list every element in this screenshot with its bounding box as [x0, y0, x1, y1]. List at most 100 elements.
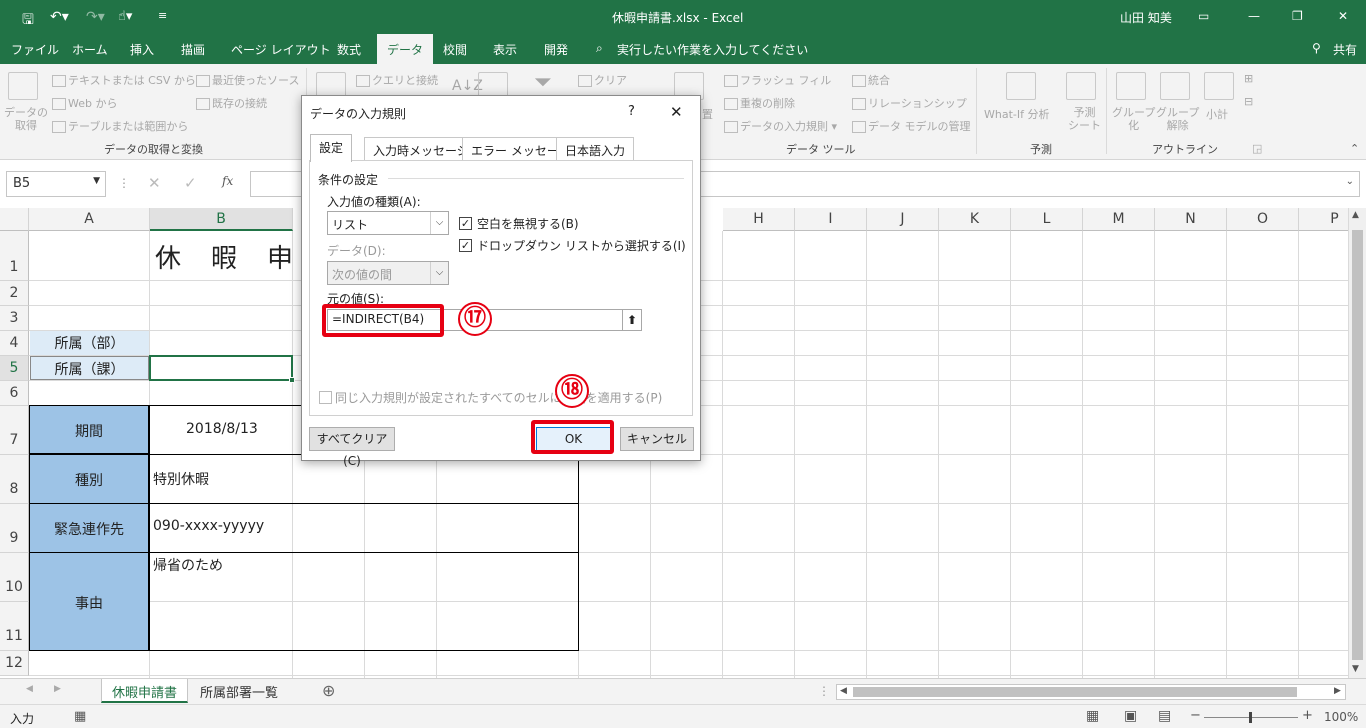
save-icon[interactable]: 🖫 [22, 9, 34, 33]
column-header-l[interactable]: L [1011, 208, 1083, 231]
what-if-button[interactable]: What-If 分析 [984, 106, 1049, 122]
page-layout-view-icon[interactable]: ▣ [1124, 708, 1137, 724]
restore-icon[interactable]: ❐ [1292, 9, 1303, 23]
relationships-button[interactable]: リレーションシップ [852, 95, 967, 111]
tab-review[interactable]: 校閲 [443, 41, 467, 58]
close-icon[interactable]: ✕ [670, 103, 683, 121]
zoom-out-icon[interactable]: − [1190, 708, 1201, 723]
tab-file[interactable]: ファイル [11, 41, 59, 58]
remove-duplicates-button[interactable]: 重複の削除 [724, 95, 795, 111]
chevron-down-icon[interactable]: ▼ [93, 176, 100, 186]
flash-fill-button[interactable]: フラッシュ フィル [724, 72, 831, 88]
column-header-i[interactable]: I [795, 208, 867, 231]
tab-draw[interactable]: 描画 [181, 41, 205, 58]
horizontal-scrollbar[interactable]: ◀ ▶ [836, 684, 1346, 700]
expand-formula-icon[interactable]: ⌄ [1346, 176, 1354, 187]
column-header-b[interactable]: B [150, 208, 293, 231]
share-button[interactable]: 共有 [1333, 41, 1357, 58]
column-header-o[interactable]: O [1227, 208, 1299, 231]
show-detail-icon[interactable]: ⊞ [1244, 72, 1253, 85]
column-header-p[interactable]: P [1299, 208, 1348, 231]
scroll-right-icon[interactable]: ▶ [1334, 686, 1341, 696]
column-header-j[interactable]: J [867, 208, 939, 231]
row-header-9[interactable]: 9 [0, 504, 29, 553]
help-button[interactable]: ? [628, 104, 635, 119]
column-header-m[interactable]: M [1083, 208, 1155, 231]
zoom-level[interactable]: 100% [1324, 710, 1358, 724]
row-header-10[interactable]: 10 [0, 553, 29, 602]
undo-icon[interactable]: ↶▾ [50, 9, 69, 25]
tell-me-input[interactable]: 実行したい作業を入力してください [617, 41, 808, 58]
enter-icon[interactable]: ✓ [184, 174, 197, 192]
column-header-a[interactable]: A [29, 208, 150, 231]
forecast-sheet-button[interactable]: 予測 シート [1068, 106, 1101, 132]
collapse-ribbon-icon[interactable]: ⌃ [1350, 142, 1359, 155]
zoom-slider-thumb[interactable] [1249, 712, 1252, 723]
tab-formulas[interactable]: 数式 [337, 41, 361, 58]
row-header-8[interactable]: 8 [0, 455, 29, 504]
fill-handle[interactable] [289, 377, 295, 383]
row-header-1[interactable]: 1 [0, 231, 29, 281]
tab-page-layout[interactable]: ページ レイアウト [231, 41, 331, 58]
column-header-n[interactable]: N [1155, 208, 1227, 231]
next-sheet-icon[interactable]: ▶ [54, 684, 61, 694]
row-header-11[interactable]: 11 [0, 602, 29, 651]
row-header-2[interactable]: 2 [0, 281, 29, 306]
subtotal-button[interactable]: 小計 [1206, 106, 1228, 122]
insert-function-icon[interactable]: fx [222, 174, 233, 188]
cancel-button[interactable]: キャンセル [620, 427, 694, 451]
close-window-icon[interactable]: ✕ [1338, 9, 1348, 23]
touch-mode-icon[interactable]: ☝▾ [118, 9, 132, 24]
vertical-scrollbar[interactable]: ▲ ▼ [1348, 208, 1366, 678]
active-cell-b5[interactable] [149, 355, 293, 381]
clear-filter-button[interactable]: クリア [578, 72, 627, 88]
tab-data[interactable]: データ [377, 34, 434, 64]
share-icon[interactable]: ⚲ [1312, 41, 1321, 55]
text-csv-button[interactable]: テキストまたは CSV から [52, 72, 196, 88]
dropdown-checkbox[interactable]: ✓ [459, 239, 472, 252]
sheet-tab-leave-form[interactable]: 休暇申請書 [101, 679, 189, 703]
data-validation-button[interactable]: データの入力規則 ▾ [724, 118, 837, 134]
scroll-up-icon[interactable]: ▲ [1352, 210, 1359, 220]
scroll-thumb[interactable] [1352, 230, 1363, 660]
user-name[interactable]: 山田 知美 [1120, 9, 1172, 26]
ungroup-button[interactable]: グループ 解除 [1156, 106, 1199, 132]
minimize-icon[interactable]: — [1248, 9, 1260, 23]
macro-record-icon[interactable]: ▦ [74, 709, 86, 724]
row-header-12[interactable]: 12 [0, 651, 29, 676]
column-header-k[interactable]: K [939, 208, 1011, 231]
ribbon-options-icon[interactable]: ▭ [1198, 9, 1209, 23]
zoom-in-icon[interactable]: + [1302, 708, 1313, 723]
tab-home[interactable]: ホーム [72, 41, 108, 58]
normal-view-icon[interactable]: ▦ [1086, 708, 1099, 724]
page-break-view-icon[interactable]: ▤ [1158, 708, 1171, 724]
h-scroll-thumb[interactable] [853, 687, 1297, 697]
add-sheet-icon[interactable]: ⊕ [322, 681, 335, 700]
row-header-3[interactable]: 3 [0, 306, 29, 331]
consolidate-button[interactable]: 統合 [852, 72, 890, 88]
column-header-h[interactable]: H [723, 208, 795, 231]
table-range-button[interactable]: テーブルまたは範囲から [52, 118, 188, 134]
tab-view[interactable]: 表示 [493, 41, 517, 58]
existing-connections-button[interactable]: 既存の接続 [196, 95, 267, 111]
tab-split-icon[interactable]: ⋮ [818, 684, 830, 698]
queries-connections-button[interactable]: クエリと接続 [356, 72, 438, 88]
cancel-icon[interactable]: ✕ [148, 174, 161, 192]
collapse-dialog-icon[interactable]: ⬆ [622, 309, 642, 331]
tab-ime-mode[interactable]: 日本語入力 [556, 137, 635, 161]
tab-input-message[interactable]: 入力時メッセージ [364, 137, 478, 161]
sheet-tab-departments[interactable]: 所属部署一覧 [190, 679, 288, 703]
tab-insert[interactable]: 挿入 [130, 41, 154, 58]
name-box[interactable]: B5 ▼ [6, 171, 106, 197]
row-header-5[interactable]: 5 [0, 356, 29, 381]
replace-button[interactable]: 置 [702, 106, 713, 122]
tab-developer[interactable]: 開発 [544, 41, 568, 58]
allow-select[interactable]: リスト ⌵ [327, 211, 449, 235]
clear-all-button[interactable]: すべてクリア(C) [309, 427, 395, 468]
scroll-left-icon[interactable]: ◀ [840, 686, 847, 696]
apply-all-checkbox[interactable] [319, 391, 332, 404]
row-header-6[interactable]: 6 [0, 381, 29, 406]
hide-detail-icon[interactable]: ⊟ [1244, 95, 1253, 108]
group-button[interactable]: グループ 化 [1112, 106, 1155, 132]
data-model-button[interactable]: データ モデルの管理 [852, 118, 971, 134]
